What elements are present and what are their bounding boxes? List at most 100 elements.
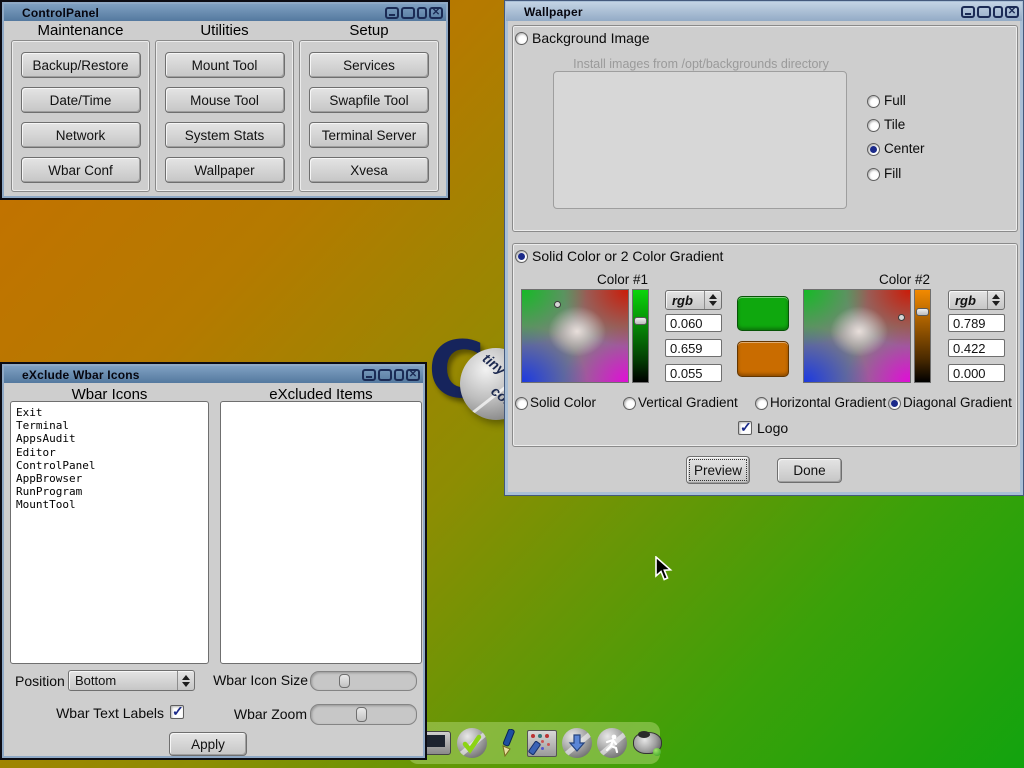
list-item[interactable]: AppBrowser [16,472,208,485]
list-item[interactable]: MountTool [16,498,208,511]
minimize-icon[interactable] [961,6,975,18]
button-swapfile-tool[interactable]: Swapfile Tool [309,87,429,113]
maintenance-group: Backup/Restore Date/Time Network Wbar Co… [11,40,150,192]
wbar-icon-size-thumb[interactable] [339,674,350,688]
button-system-stats[interactable]: System Stats [165,122,285,148]
desktop: C tiny core [0,0,1024,768]
button-xvesa[interactable]: Xvesa [309,157,429,183]
color1-b-field[interactable]: 0.055 [665,364,722,382]
position-value: Bottom [69,673,177,688]
excluded-items-list[interactable] [220,401,422,664]
list-item[interactable]: ControlPanel [16,459,208,472]
mode-center-radio[interactable] [867,143,880,156]
color2-g-field[interactable]: 0.422 [948,339,1005,357]
color1-g-field[interactable]: 0.659 [665,339,722,357]
color2-value-slider[interactable] [914,289,931,383]
maximize-icon[interactable] [378,369,392,381]
minimize-icon[interactable] [362,369,376,381]
style-diagonal-radio[interactable] [888,397,901,410]
button-wbar-conf[interactable]: Wbar Conf [21,157,141,183]
list-item[interactable]: RunProgram [16,485,208,498]
color2-mode-dropdown[interactable]: rgb [948,290,1005,310]
column-header-utilities: Utilities [155,22,294,39]
button-network[interactable]: Network [21,122,141,148]
background-image-label: Background Image [532,30,650,46]
style-horizontal-label: Horizontal Gradient [770,395,886,410]
close-icon[interactable] [429,7,443,19]
button-date-time[interactable]: Date/Time [21,87,141,113]
preview-button[interactable]: Preview [686,456,750,484]
updown-arrows-icon [987,291,1004,309]
wbar-zoom-label: Wbar Zoom [214,706,307,722]
color1-value-slider[interactable] [632,289,649,383]
window-buttons [362,369,423,381]
appsaudit-check-icon[interactable] [457,728,487,758]
exclude-titlebar[interactable]: eXclude Wbar Icons [4,366,423,383]
apply-button[interactable]: Apply [169,732,247,756]
wallpaper-titlebar[interactable]: Wallpaper [506,2,1022,21]
mode-fill-radio[interactable] [867,168,880,181]
wallpaper-title: Wallpaper [506,5,583,19]
wbar-zoom-thumb[interactable] [356,707,367,722]
background-image-radio[interactable] [515,32,528,45]
appbrowser-download-icon[interactable] [562,728,592,758]
list-item[interactable]: Terminal [16,419,208,432]
controlpanel-titlebar[interactable]: ControlPanel [4,4,446,21]
wbar-icon-size-slider[interactable] [310,671,417,691]
mode-tile-radio[interactable] [867,119,880,132]
color2-hue-plane[interactable] [803,289,911,383]
color1-hue-plane[interactable] [521,289,629,383]
list-item[interactable]: Editor [16,446,208,459]
style-solid-radio[interactable] [515,397,528,410]
button-mouse-tool[interactable]: Mouse Tool [165,87,285,113]
color1-swatch [737,296,789,331]
background-image-listbox[interactable] [553,71,847,209]
button-wallpaper[interactable]: Wallpaper [165,157,285,183]
color2-b-field[interactable]: 0.000 [948,364,1005,382]
button-backup-restore[interactable]: Backup/Restore [21,52,141,78]
solid-gradient-radio[interactable] [515,250,528,263]
list-item[interactable]: AppsAudit [16,432,208,445]
logo-checkbox[interactable] [738,421,752,435]
column-header-setup: Setup [299,22,439,39]
minimize-icon[interactable] [385,7,399,19]
style-horizontal-radio[interactable] [755,397,768,410]
setup-group: Services Swapfile Tool Terminal Server X… [299,40,439,192]
color1-value-thumb[interactable] [634,317,647,325]
style-vertical-radio[interactable] [623,397,636,410]
color2-value-thumb[interactable] [916,308,929,316]
editor-pen-icon[interactable] [492,728,522,758]
color1-mode-dropdown[interactable]: rgb [665,290,722,310]
maximize-icon[interactable] [977,6,991,18]
position-dropdown[interactable]: Bottom [68,670,195,691]
color1-mode-value: rgb [666,293,704,308]
style-solid-label: Solid Color [530,395,596,410]
runprogram-runner-icon[interactable] [597,728,627,758]
controlpanel-tools-icon[interactable] [527,728,557,758]
list-item[interactable]: Exit [16,406,208,419]
mounttool-disk-icon[interactable] [632,728,662,758]
shade-icon[interactable] [417,7,427,19]
color1-r-field[interactable]: 0.060 [665,314,722,332]
color2-selection-dot [898,314,905,321]
button-terminal-server[interactable]: Terminal Server [309,122,429,148]
color2-r-field[interactable]: 0.789 [948,314,1005,332]
column-header-maintenance: Maintenance [11,22,150,39]
wbar-icons-list[interactable]: Exit Terminal AppsAudit Editor ControlPa… [10,401,209,664]
close-icon[interactable] [406,369,420,381]
mode-full-radio[interactable] [867,95,880,108]
done-button[interactable]: Done [777,458,842,483]
wbar-zoom-slider[interactable] [310,704,417,725]
shade-icon[interactable] [394,369,404,381]
mode-center-label: Center [884,141,925,156]
close-icon[interactable] [1005,6,1019,18]
color2-swatch [737,341,789,377]
button-services[interactable]: Services [309,52,429,78]
shade-icon[interactable] [993,6,1003,18]
style-diagonal-label: Diagonal Gradient [903,395,1012,410]
wbar-text-labels-checkbox[interactable] [170,705,184,719]
color1-selection-dot [554,301,561,308]
maximize-icon[interactable] [401,7,415,19]
logo-checkbox-label: Logo [757,420,788,436]
button-mount-tool[interactable]: Mount Tool [165,52,285,78]
